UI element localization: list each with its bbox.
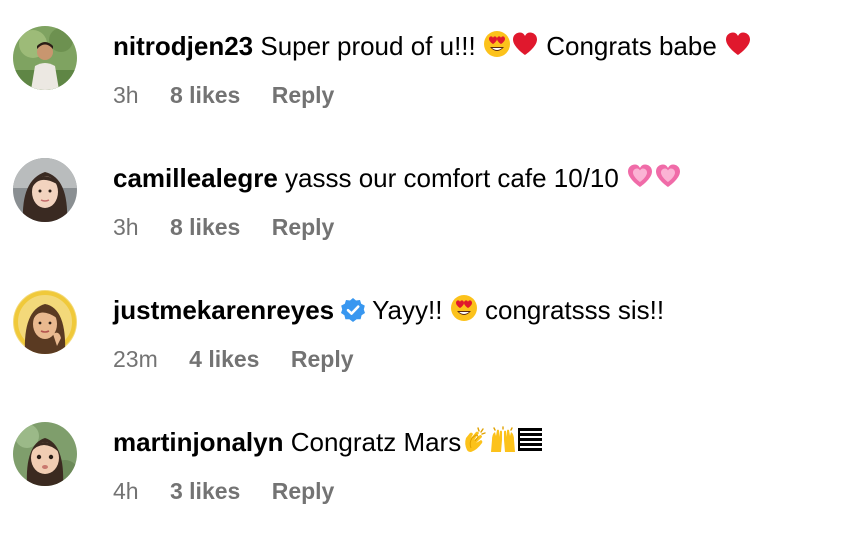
raising-hands-emoji-icon (489, 425, 517, 465)
likes-count-button[interactable]: 4 likes (189, 344, 259, 374)
avatar[interactable] (13, 422, 77, 486)
likes-count-button[interactable]: 8 likes (170, 212, 240, 242)
comment-item: justmekarenreyes Yayy!! congratsss sis!!… (0, 290, 844, 400)
comment-meta: 4h 3 likes Reply (113, 476, 334, 506)
comment-body: Congratz Mars (290, 427, 462, 457)
reply-button[interactable]: Reply (272, 476, 335, 506)
comment-meta: 23m 4 likes Reply (113, 344, 354, 374)
red-heart-emoji-icon (724, 29, 752, 69)
comment-time[interactable]: 4h (113, 476, 139, 506)
comment-body: yasss our comfort cafe 10/10 (285, 163, 619, 193)
pink-heart-emoji-icon (654, 161, 682, 201)
comment-item: camillealegre yasss our comfort cafe 10/… (0, 158, 844, 268)
comment-body-continued: Congrats babe (546, 31, 717, 61)
comment-username[interactable]: martinjonalyn (113, 427, 283, 457)
pink-heart-emoji-icon (626, 161, 654, 201)
heart-eyes-emoji-icon (483, 29, 511, 69)
comment-time[interactable]: 3h (113, 80, 139, 110)
reply-button[interactable]: Reply (272, 80, 335, 110)
comment-meta: 3h 8 likes Reply (113, 80, 334, 110)
comment-time[interactable]: 3h (113, 212, 139, 242)
comment-item: martinjonalyn Congratz Mars 4h 3 likes R… (0, 422, 844, 532)
reply-button[interactable]: Reply (272, 212, 335, 242)
comment-item: nitrodjen23 Super proud of u!!! Congrats… (0, 26, 844, 136)
comment-text: justmekarenreyes Yayy!! congratsss sis!! (113, 290, 664, 330)
comment-username[interactable]: camillealegre (113, 163, 278, 193)
comment-time[interactable]: 23m (113, 344, 158, 374)
comment-meta: 3h 8 likes Reply (113, 212, 334, 242)
heart-eyes-emoji-icon (450, 293, 478, 333)
comment-body: Super proud of u!!! (260, 31, 476, 61)
verified-badge-icon (340, 294, 366, 334)
comment-username[interactable]: justmekarenreyes (113, 295, 334, 325)
likes-count-button[interactable]: 3 likes (170, 476, 240, 506)
likes-count-button[interactable]: 8 likes (170, 80, 240, 110)
comment-text: martinjonalyn Congratz Mars (113, 422, 543, 462)
comment-body: Yayy!! (372, 295, 443, 325)
comments-list: nitrodjen23 Super proud of u!!! Congrats… (0, 0, 844, 538)
flag-emoji-icon (517, 425, 543, 465)
reply-button[interactable]: Reply (291, 344, 354, 374)
comment-body-continued: congratsss sis!! (484, 295, 665, 325)
comment-text: camillealegre yasss our comfort cafe 10/… (113, 158, 682, 198)
comment-username[interactable]: nitrodjen23 (113, 31, 253, 61)
red-heart-emoji-icon (511, 29, 539, 69)
avatar[interactable] (13, 158, 77, 222)
avatar[interactable] (13, 26, 77, 90)
clapping-hands-emoji-icon (461, 425, 489, 465)
avatar[interactable] (13, 290, 77, 354)
comment-text: nitrodjen23 Super proud of u!!! Congrats… (113, 26, 752, 66)
